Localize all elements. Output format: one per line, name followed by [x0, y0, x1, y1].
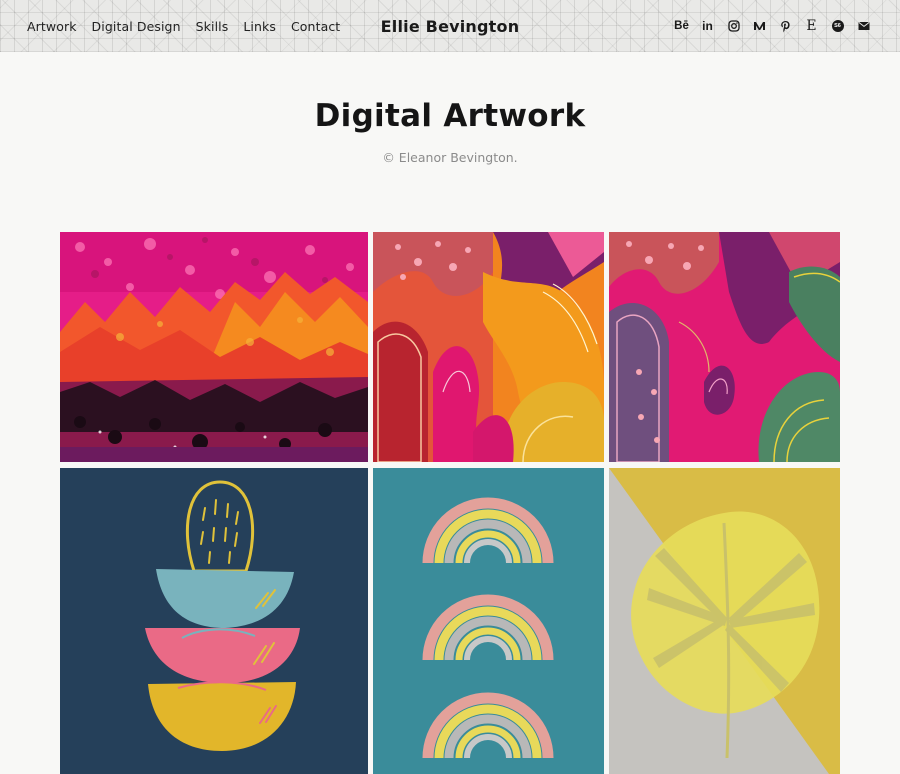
- behance-icon[interactable]: Bē: [674, 20, 689, 33]
- gallery-item-pink-green[interactable]: [609, 232, 840, 462]
- gallery-item-monstera[interactable]: [609, 468, 840, 774]
- artwork-image: [609, 468, 840, 774]
- linkedin-glyph: in: [702, 19, 713, 33]
- artwork-image: [373, 468, 604, 774]
- artwork-image: [60, 468, 368, 774]
- artwork-image: [60, 232, 368, 462]
- gallery-item-texture[interactable]: [60, 232, 368, 462]
- artwork-image: [373, 232, 604, 462]
- etsy-glyph: E: [806, 18, 817, 34]
- site-header: Artwork Digital Design Skills Links Cont…: [0, 0, 900, 52]
- gallery-item-warm-shapes[interactable]: [373, 232, 604, 462]
- pinterest-icon[interactable]: [779, 20, 792, 33]
- copyright-subtitle: © Eleanor Bevington.: [382, 150, 518, 165]
- nav-skills[interactable]: Skills: [196, 19, 229, 34]
- nav-digital-design[interactable]: Digital Design: [92, 19, 181, 34]
- email-icon[interactable]: [857, 20, 870, 33]
- gallery-item-bowls[interactable]: [60, 468, 368, 774]
- main-nav: Artwork Digital Design Skills Links Cont…: [27, 0, 340, 52]
- linkedin-icon[interactable]: in: [701, 19, 714, 33]
- society6-glyph: S6: [831, 20, 844, 32]
- artwork-image: [609, 232, 840, 462]
- site-title[interactable]: Ellie Bevington: [300, 0, 600, 52]
- medium-icon[interactable]: [753, 20, 766, 33]
- instagram-icon[interactable]: [727, 20, 740, 33]
- gallery-item-rainbows[interactable]: [373, 468, 604, 774]
- etsy-icon[interactable]: E: [805, 18, 818, 34]
- nav-artwork[interactable]: Artwork: [27, 19, 77, 34]
- social-links: Bē in E S6: [674, 0, 870, 52]
- page-title: Digital Artwork: [314, 98, 586, 134]
- behance-glyph: Bē: [674, 20, 689, 32]
- society6-icon[interactable]: S6: [831, 20, 844, 33]
- nav-links[interactable]: Links: [243, 19, 276, 34]
